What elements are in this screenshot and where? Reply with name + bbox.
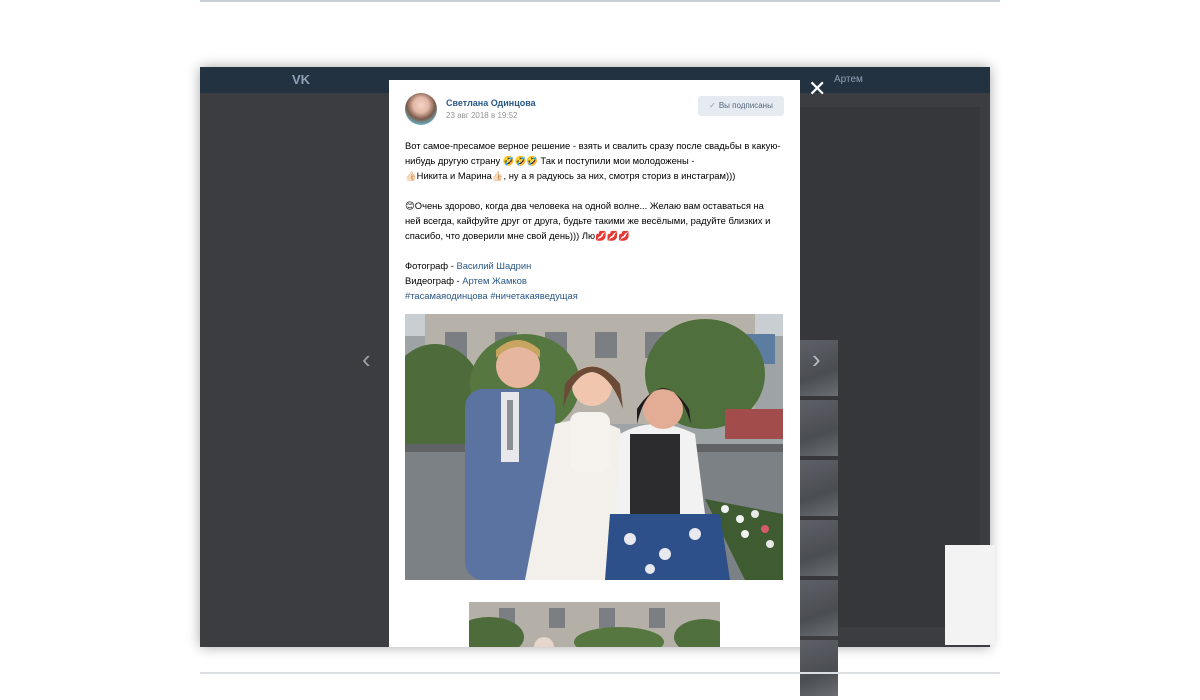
thumbnail [800, 460, 838, 516]
background-card [945, 545, 995, 645]
post-text-line: спасибо, что доверили мне свой день))) Л… [405, 230, 631, 241]
next-arrow-icon[interactable]: › [812, 346, 821, 372]
author-name[interactable]: Светлана Одинцова [446, 98, 536, 108]
post-text-line: 😊Очень здорово, когда два человека на од… [405, 200, 764, 211]
post-photo-second[interactable] [469, 602, 720, 647]
subscribed-label: Вы подписаны [718, 101, 773, 110]
post-text-line: ней всегда, кайфуйте друг от друга, будь… [405, 215, 771, 226]
videographer-link[interactable]: Артем Жамков [462, 275, 527, 286]
check-icon: ✓ [709, 101, 716, 110]
second-photo-illustration [469, 602, 720, 647]
thumbnail [800, 400, 838, 456]
thumbnail [800, 640, 838, 696]
videographer-credit: Видеограф - Артем Жамков [405, 273, 787, 288]
bottom-divider [200, 672, 1000, 674]
hashtags[interactable]: #тасамаяодинцова #ничетакаяведущая [405, 288, 787, 303]
post-text: Вот самое-пресамое верное решение - взят… [405, 138, 787, 303]
subscribed-button[interactable]: ✓ Вы подписаны [698, 96, 784, 116]
videographer-label: Видеограф - [405, 275, 463, 286]
previous-arrow-icon[interactable]: ‹ [362, 346, 371, 372]
wedding-photo-illustration [405, 314, 783, 580]
post-modal: Светлана Одинцова 23 авг 2018 в 19:52 ✓ В… [389, 80, 800, 647]
post-text-line: 👍🏻Никита и Марина👍🏻, ну а я радуюсь за н… [405, 170, 736, 181]
top-divider [200, 0, 1000, 2]
photographer-label: Фотограф - [405, 260, 457, 271]
header-user-name: Артем [834, 74, 863, 85]
vk-logo: VK [292, 72, 311, 87]
background-photo-thumbnails [800, 340, 882, 700]
post-text-line: Вот самое-пресамое верное решение - взят… [405, 140, 781, 151]
close-icon[interactable]: ✕ [808, 78, 826, 100]
photographer-link[interactable]: Василий Шадрин [456, 260, 531, 271]
thumbnail [800, 520, 838, 576]
post-photo[interactable] [405, 314, 783, 580]
thumbnail [800, 580, 838, 636]
post-date[interactable]: 23 авг 2018 в 19:52 [446, 111, 517, 120]
post-text-line: нибудь другую страну 🤣🤣🤣 Так и поступили… [405, 155, 695, 166]
photographer-credit: Фотограф - Василий Шадрин [405, 258, 787, 273]
author-avatar[interactable] [405, 93, 437, 125]
